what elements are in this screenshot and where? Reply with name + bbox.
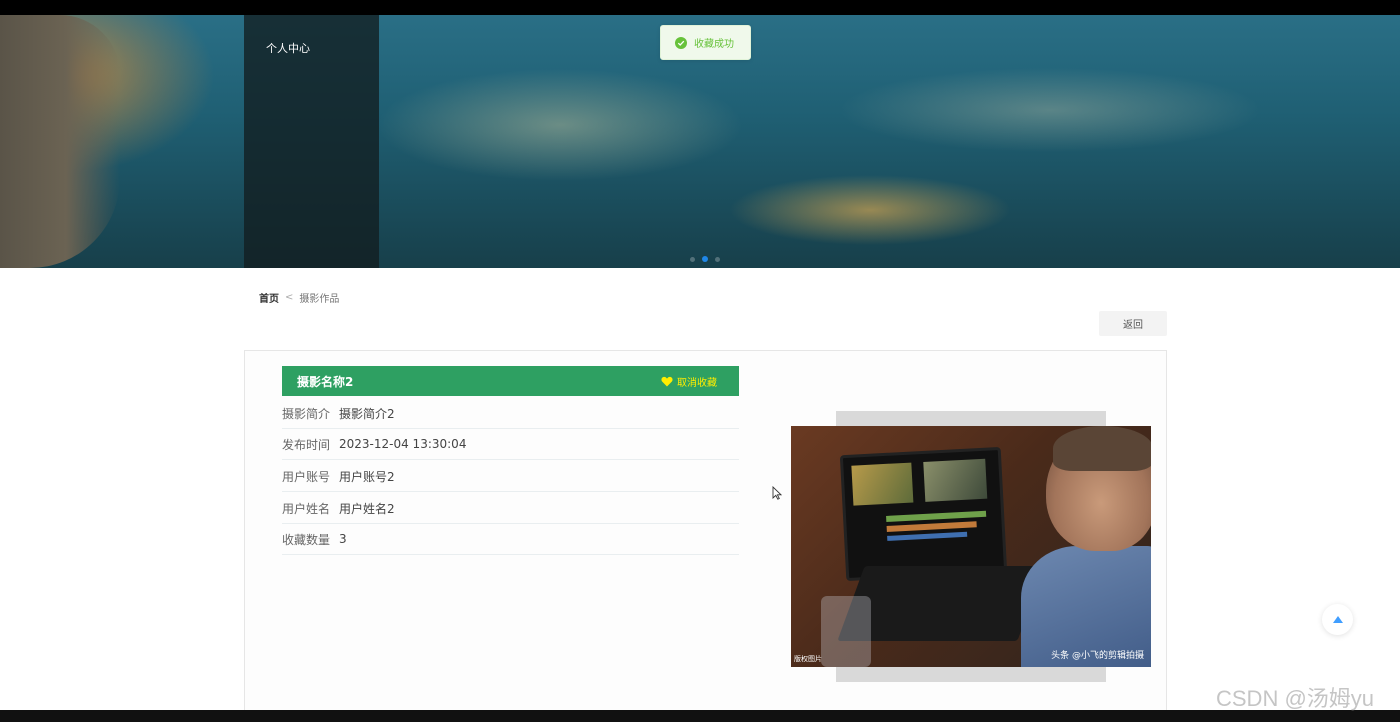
- photo-credit-right: 头条 @小飞的剪辑拍摄: [1051, 651, 1144, 661]
- success-toast: 收藏成功: [660, 25, 751, 60]
- info-label: 收藏数量: [282, 532, 331, 547]
- toast-message: 收藏成功: [694, 39, 734, 50]
- info-row-favorite-count: 收藏数量 3: [282, 524, 739, 555]
- info-label: 发布时间: [282, 437, 331, 452]
- photo-credit-left: 版权图片: [794, 655, 822, 663]
- watermark: CSDN @汤姆yu: [1216, 686, 1375, 711]
- letterbox-top: [0, 0, 1400, 15]
- breadcrumb-current: 摄影作品: [299, 294, 340, 305]
- carousel-indicators: [690, 256, 720, 262]
- mouse-cursor-icon: [772, 486, 782, 500]
- arrow-up-icon: [1332, 616, 1343, 623]
- carousel-dot[interactable]: [715, 256, 720, 262]
- info-value: 用户账号2: [339, 469, 395, 484]
- info-row-publish-time: 发布时间 2023-12-04 13:30:04: [282, 429, 739, 460]
- carousel-dot-active[interactable]: [702, 256, 708, 262]
- info-label: 用户姓名: [282, 501, 331, 516]
- photo-laptop-screen: [839, 446, 1008, 582]
- side-nav-panel: 个人中心: [244, 15, 379, 268]
- detail-title-bar: 摄影名称2 取消收藏: [282, 366, 739, 396]
- info-value: 2023-12-04 13:30:04: [339, 437, 467, 451]
- info-label: 用户账号: [282, 469, 331, 484]
- unfavorite-label: 取消收藏: [677, 377, 717, 389]
- carousel-dot[interactable]: [690, 256, 695, 262]
- info-value: 摄影简介2: [339, 406, 395, 421]
- banner-image-rock: [0, 15, 120, 268]
- breadcrumb-separator: <: [285, 292, 294, 303]
- heart-icon: [661, 376, 673, 386]
- info-row-user-account: 用户账号 用户账号2: [282, 461, 739, 492]
- breadcrumb: 首页 < 摄影作品: [259, 290, 339, 305]
- breadcrumb-home[interactable]: 首页: [259, 290, 279, 305]
- info-value: 3: [339, 532, 347, 546]
- nav-item-personal-center[interactable]: 个人中心: [266, 40, 310, 56]
- photo-person-hair: [1053, 426, 1151, 471]
- back-button[interactable]: 返回: [1099, 311, 1167, 336]
- check-circle-icon: [675, 36, 687, 49]
- info-label: 摄影简介: [282, 406, 331, 421]
- detail-title: 摄影名称2: [297, 374, 354, 389]
- photo-pencil-cup: [821, 596, 871, 667]
- back-to-top-button[interactable]: [1322, 604, 1353, 635]
- letterbox-bottom: [0, 710, 1400, 722]
- work-photo[interactable]: 版权图片 头条 @小飞的剪辑拍摄: [791, 426, 1151, 667]
- info-row-intro: 摄影简介 摄影简介2: [282, 398, 739, 429]
- info-row-user-name: 用户姓名 用户姓名2: [282, 493, 739, 524]
- info-value: 用户姓名2: [339, 501, 395, 516]
- unfavorite-button[interactable]: 取消收藏: [661, 374, 717, 389]
